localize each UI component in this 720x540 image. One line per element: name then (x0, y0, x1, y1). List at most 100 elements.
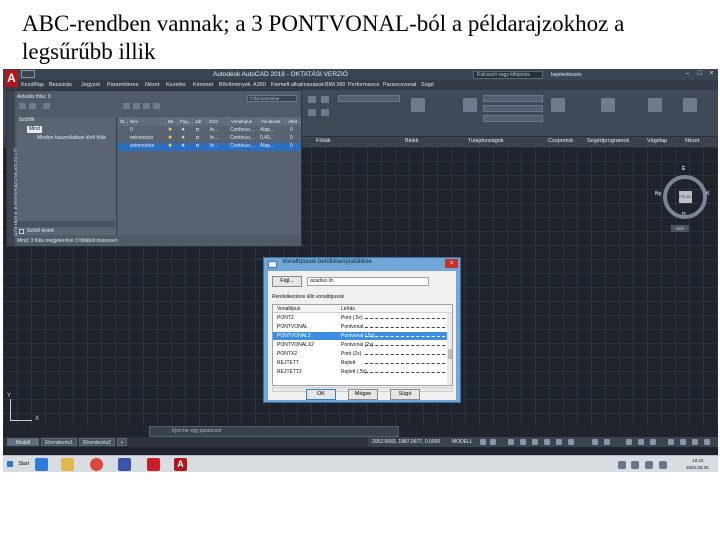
lineweight-dropdown[interactable] (483, 105, 543, 112)
invert-filter-checkbox[interactable] (19, 229, 24, 234)
layer-color[interactable]: fe... (210, 135, 218, 142)
filter-used-layers[interactable]: Minden használatban lévő fólia (37, 135, 106, 142)
color-dropdown[interactable] (483, 95, 543, 102)
customization-icon[interactable] (704, 439, 710, 445)
app-icon[interactable] (147, 458, 160, 471)
table-row[interactable]: méretezés ✹ ✷ ◘ fe... Continuo... 0,40..… (118, 135, 301, 143)
volume-icon[interactable] (645, 461, 653, 469)
layer-transparency[interactable]: 0 (290, 127, 293, 134)
grid-icon[interactable] (480, 439, 486, 445)
ok-button[interactable]: OK (306, 389, 336, 400)
layer-transparency[interactable]: 0 (290, 135, 293, 142)
col-linetype[interactable]: Vonaltípus (229, 117, 259, 126)
group-icon[interactable] (551, 98, 565, 112)
snap-icon[interactable] (490, 439, 496, 445)
sun-icon[interactable]: ✷ (181, 135, 185, 142)
table-row[interactable]: szimmetria ✹ ✷ ◘ fe... Continuo... Alap.… (118, 143, 301, 151)
layer-dropdown[interactable] (338, 95, 400, 102)
insert-block-icon[interactable] (411, 98, 425, 112)
delete-layer-icon[interactable] (143, 103, 150, 109)
layer-search-input[interactable]: Fólia keresése (247, 95, 297, 102)
bulb-icon[interactable]: ✹ (168, 143, 172, 150)
tab-jegyzet[interactable]: Jegyzet (81, 80, 100, 90)
palette-side-strip[interactable]: FÓLIATULAJDONSÁGOK-KEZELŐ (7, 91, 20, 246)
tab-parameteres[interactable]: Paraméteres (107, 80, 139, 90)
col-status[interactable]: St... (118, 117, 128, 126)
maximize-button[interactable]: □ (695, 70, 704, 78)
object-snap-icon[interactable] (544, 439, 550, 445)
bulb-icon[interactable]: ✹ (168, 127, 172, 134)
cancel-button[interactable]: Mégse (348, 389, 378, 400)
panel-vagolap[interactable]: Vágólap (647, 138, 667, 144)
units-icon[interactable] (650, 439, 656, 445)
floppy-disk-icon[interactable] (118, 458, 131, 471)
autocad-logo-icon[interactable]: A (5, 70, 18, 87)
tab-layout2[interactable]: Elrendezés2 (79, 438, 115, 446)
col-lock[interactable]: Zár (193, 117, 207, 126)
viewcube[interactable]: FELÜL (663, 175, 707, 219)
linetype-row[interactable]: REJTETT2 Rejtett (.5x) (273, 368, 447, 376)
sun-icon[interactable]: ✷ (181, 143, 185, 150)
tray-clock[interactable]: 10:22 2020.03.26. (686, 457, 710, 471)
internet-explorer-icon[interactable] (35, 458, 48, 471)
tab-kezeles[interactable]: Kezelés (166, 80, 186, 90)
workspace-gear-icon[interactable] (626, 439, 632, 445)
tab-parancsvonal[interactable]: Parancsvonal (383, 80, 416, 90)
linetype-list-scrollbar[interactable] (447, 313, 452, 385)
lineweight-icon[interactable] (556, 439, 562, 445)
linetype-list[interactable]: Vonaltípus Leírás PONT2 Pont (.5x) PONTVON… (272, 304, 453, 386)
bulb-icon[interactable]: ✹ (168, 135, 172, 142)
tab-bovitmenyek[interactable]: Bővítmények (219, 80, 251, 90)
compass-north[interactable]: É (682, 166, 685, 172)
col-linetype-header[interactable]: Vonaltípus (277, 305, 300, 313)
tab-a360[interactable]: A360 (253, 80, 266, 90)
col-name[interactable]: Név (128, 117, 166, 126)
panel-tulajdonsagok[interactable]: Tulajdonságok (468, 138, 504, 144)
autocad-taskbar-icon[interactable]: A (174, 458, 187, 471)
col-transparency[interactable]: Átlát... (286, 117, 301, 126)
chrome-icon[interactable] (90, 458, 103, 471)
new-property-filter-icon[interactable] (19, 103, 26, 109)
layer-lineweight[interactable]: 0,40... (260, 135, 274, 142)
tab-model[interactable]: Modell (7, 438, 39, 446)
tab-bim360[interactable]: BIM 360 (325, 80, 345, 90)
layer-color[interactable]: fe... (210, 127, 218, 134)
coordinates-readout[interactable]: 2052.0683, 1887.0677, 0.0000 (372, 437, 440, 447)
tab-kiemelt[interactable]: Kiemelt alkalmazások (271, 80, 324, 90)
sun-icon[interactable]: ✷ (181, 127, 185, 134)
layer-lineweight[interactable]: Alap... (260, 143, 274, 150)
annotation-visibility-icon[interactable] (604, 439, 610, 445)
layer-tool-icon[interactable] (308, 96, 316, 103)
set-current-icon[interactable] (153, 103, 160, 109)
tab-kezdolap[interactable]: Kezdőlap (21, 80, 44, 90)
tree-scrollbar[interactable] (17, 221, 115, 227)
panel-csoportok[interactable]: Csoportok (548, 138, 573, 144)
paste-icon[interactable] (648, 98, 662, 112)
linetype-row[interactable]: PONTVONAL Pontvonal (273, 323, 447, 331)
language-icon[interactable] (659, 461, 667, 469)
layer-linetype[interactable]: Continuo... (230, 135, 254, 142)
linetype-row[interactable]: PONTX2 Pont (2x) (273, 350, 447, 358)
polar-icon[interactable] (520, 439, 526, 445)
tab-sugo[interactable]: Súgó (421, 80, 434, 90)
layer-tool-icon[interactable] (308, 109, 316, 116)
linetype-file-field[interactable]: acadiso.lin (307, 277, 429, 286)
isodraft-icon[interactable] (532, 439, 538, 445)
transparency-icon[interactable] (568, 439, 574, 445)
col-description-header[interactable]: Leírás (341, 305, 355, 313)
lock-icon[interactable]: ◘ (196, 143, 199, 150)
tab-layout1[interactable]: Elrendezés1 (41, 438, 77, 446)
new-layer-frozen-icon[interactable] (133, 103, 140, 109)
col-on[interactable]: Be (166, 117, 178, 126)
tab-performance[interactable]: Performance (348, 80, 380, 90)
layer-tool-icon[interactable] (321, 109, 329, 116)
tab-nezet[interactable]: Nézet (145, 80, 159, 90)
layer-color[interactable]: fe... (210, 143, 218, 150)
annotation-monitor-icon[interactable] (638, 439, 644, 445)
new-layer-icon[interactable] (123, 103, 130, 109)
layer-lineweight[interactable]: Alap... (260, 127, 274, 134)
panel-nezet[interactable]: Nézet (685, 138, 699, 144)
hardware-acceleration-icon[interactable] (680, 439, 686, 445)
model-space-button[interactable]: MODELL (452, 437, 473, 447)
ortho-icon[interactable] (508, 439, 514, 445)
